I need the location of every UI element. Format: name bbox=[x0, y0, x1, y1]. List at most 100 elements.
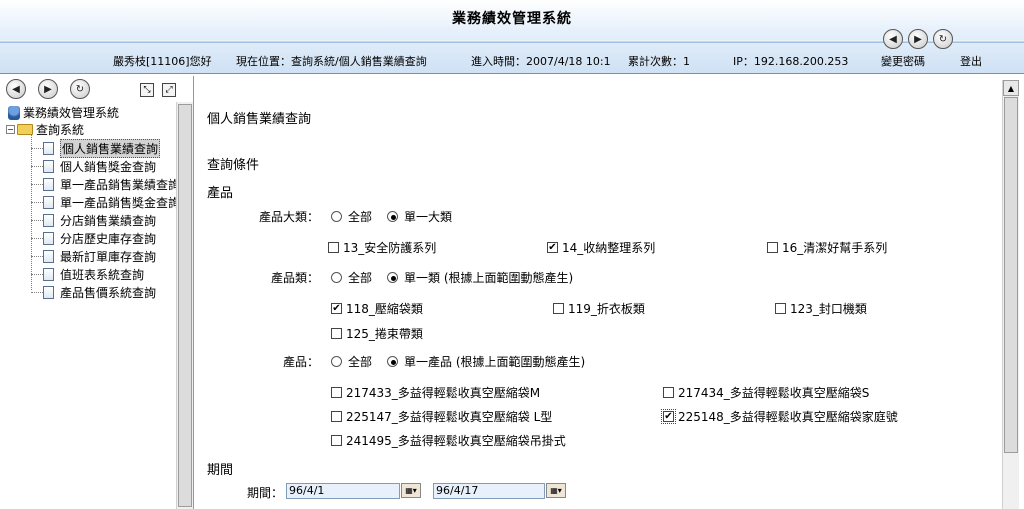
checkbox[interactable] bbox=[331, 411, 342, 422]
main-scroll-thumb[interactable] bbox=[1004, 97, 1018, 453]
tree-item[interactable]: 產品售價系統查詢 bbox=[31, 284, 156, 301]
checkbox[interactable] bbox=[331, 328, 342, 339]
checkbox[interactable]: ✔ bbox=[661, 409, 676, 424]
main-scrollbar[interactable]: ▲ bbox=[1002, 80, 1019, 509]
category-all-radio[interactable]: 全部 bbox=[331, 269, 372, 286]
product-checkbox[interactable]: 225147_多益得輕鬆收真空壓縮袋 L型 bbox=[331, 408, 552, 425]
checkbox-label: 118_壓縮袋類 bbox=[346, 302, 423, 316]
tree-folder-query[interactable]: − 查詢系統 bbox=[6, 121, 84, 138]
radio-button[interactable] bbox=[387, 356, 398, 367]
checkbox-label: 16_清潔好幫手系列 bbox=[782, 241, 888, 255]
product-checkbox[interactable]: 217433_多益得輕鬆收真空壓縮袋M bbox=[331, 384, 540, 401]
end-date-input[interactable]: 96/4/17 bbox=[433, 483, 545, 499]
category-checkbox[interactable]: ✔ 118_壓縮袋類 bbox=[331, 300, 423, 317]
tree-root[interactable]: 業務績效管理系統 bbox=[8, 104, 119, 121]
collapse-toggle-icon[interactable]: − bbox=[6, 125, 15, 134]
document-icon bbox=[43, 142, 54, 155]
ip-address: IP：192.168.200.253 bbox=[733, 55, 849, 68]
checkbox[interactable] bbox=[331, 435, 342, 446]
radio-button[interactable] bbox=[387, 272, 398, 283]
calendar-icon[interactable]: ▦▾ bbox=[546, 483, 566, 498]
radio-button[interactable] bbox=[331, 356, 342, 367]
tree-item[interactable]: 單一產品銷售獎金查詢 bbox=[31, 194, 176, 211]
period-section-heading: 期間 bbox=[207, 463, 234, 478]
tree-branch bbox=[31, 148, 43, 149]
category-main-checkbox[interactable]: 16_清潔好幫手系列 bbox=[767, 239, 887, 256]
category-main-single-radio[interactable]: 單一大類 bbox=[387, 208, 452, 225]
tree-item[interactable]: 個人銷售獎金查詢 bbox=[31, 158, 156, 175]
title-divider bbox=[0, 40, 1024, 43]
logout-link[interactable]: 登出 bbox=[960, 53, 982, 69]
checkbox[interactable] bbox=[663, 387, 674, 398]
forward-icon[interactable]: ▶ bbox=[908, 29, 928, 49]
tree-branch bbox=[31, 238, 43, 239]
tree-toolbar: ◀ ▶ ↻ ⤡ ⤢ bbox=[0, 76, 194, 102]
category-checkbox[interactable]: 119_折衣板類 bbox=[553, 300, 645, 317]
collapse-icon[interactable]: ⤡ bbox=[140, 83, 154, 97]
tree-item[interactable]: 分店銷售業績查詢 bbox=[31, 212, 156, 229]
checkbox[interactable] bbox=[328, 242, 339, 253]
tree-back-icon[interactable]: ◀ bbox=[6, 79, 26, 99]
change-password-link[interactable]: 變更密碼 bbox=[881, 53, 925, 69]
category-single-radio[interactable]: 單一類 (根據上面範圍動態產生) bbox=[387, 269, 573, 286]
category-main-all-radio[interactable]: 全部 bbox=[331, 208, 372, 225]
radio-button[interactable] bbox=[331, 272, 342, 283]
checkbox-label: 123_封口機類 bbox=[790, 302, 867, 316]
category-main-checkbox[interactable]: ✔ 14_收納整理系列 bbox=[547, 239, 655, 256]
product-checkbox[interactable]: ✔ 225148_多益得輕鬆收真空壓縮袋家庭號 bbox=[661, 408, 898, 425]
checkbox-label: 217434_多益得輕鬆收真空壓縮袋S bbox=[678, 386, 870, 400]
back-icon[interactable]: ◀ bbox=[883, 29, 903, 49]
product-all-radio[interactable]: 全部 bbox=[331, 353, 372, 370]
checkbox[interactable] bbox=[767, 242, 778, 253]
checkbox[interactable] bbox=[553, 303, 564, 314]
refresh-icon[interactable]: ↻ bbox=[933, 29, 953, 49]
category-main-checkbox[interactable]: 13_安全防護系列 bbox=[328, 239, 436, 256]
query-conditions-heading: 查詢條件 bbox=[207, 158, 260, 173]
radio-button[interactable] bbox=[387, 211, 398, 222]
tree-branch bbox=[31, 220, 43, 221]
tree-item[interactable]: 單一產品銷售業績查詢 bbox=[31, 176, 176, 193]
category-label: 產品類： bbox=[271, 271, 320, 285]
checkbox[interactable]: ✔ bbox=[547, 242, 558, 253]
checkbox-label: 14_收納整理系列 bbox=[562, 241, 656, 255]
product-single-radio[interactable]: 單一產品 (根據上面範圍動態產生) bbox=[387, 353, 585, 370]
document-icon bbox=[43, 286, 54, 299]
radio-label: 全部 bbox=[348, 355, 373, 369]
tree-item-label: 分店歷史庫存查詢 bbox=[60, 232, 157, 246]
start-date-input[interactable]: 96/4/1 bbox=[286, 483, 400, 499]
category-checkbox[interactable]: 123_封口機類 bbox=[775, 300, 867, 317]
category-checkbox[interactable]: 125_捲束帶類 bbox=[331, 325, 423, 342]
product-checkbox[interactable]: 217434_多益得輕鬆收真空壓縮袋S bbox=[663, 384, 869, 401]
expand-icon[interactable]: ⤢ bbox=[162, 83, 176, 97]
checkbox-label: 225148_多益得輕鬆收真空壓縮袋家庭號 bbox=[678, 410, 898, 424]
radio-label: 全部 bbox=[348, 271, 373, 285]
checkbox[interactable] bbox=[331, 387, 342, 398]
tree-item-label: 個人銷售業績查詢 bbox=[60, 139, 161, 158]
product-checkbox[interactable]: 241495_多益得輕鬆收真空壓縮袋吊掛式 bbox=[331, 432, 566, 449]
radio-label: 單一大類 bbox=[404, 210, 453, 224]
tree-forward-icon[interactable]: ▶ bbox=[38, 79, 58, 99]
category-main-label: 產品大類： bbox=[259, 210, 320, 224]
tree-branch bbox=[31, 202, 43, 203]
visit-count: 累計次數：1 bbox=[628, 55, 690, 68]
tree-item[interactable]: 最新訂單庫存查詢 bbox=[31, 248, 156, 265]
main-content: 個人銷售業績查詢 查詢條件 產品 產品大類： 全部 單一大類 13_安全防護系列… bbox=[197, 80, 1002, 509]
tree-branch bbox=[31, 274, 43, 275]
checkbox-label: 217433_多益得輕鬆收真空壓縮袋M bbox=[346, 386, 541, 400]
tree-branch bbox=[31, 256, 43, 257]
period-label: 期間： bbox=[247, 486, 284, 500]
tree-scroll-thumb[interactable] bbox=[178, 104, 192, 507]
tree-item[interactable]: 值班表系統查詢 bbox=[31, 266, 144, 283]
tree-scrollbar[interactable] bbox=[176, 102, 193, 509]
document-icon bbox=[43, 250, 54, 263]
tree-item[interactable]: 分店歷史庫存查詢 bbox=[31, 230, 156, 247]
radio-button[interactable] bbox=[331, 211, 342, 222]
tree-item-label: 最新訂單庫存查詢 bbox=[60, 250, 157, 264]
tree-folder-label: 查詢系統 bbox=[36, 123, 85, 137]
checkbox[interactable] bbox=[775, 303, 786, 314]
tree-item[interactable]: 個人銷售業績查詢 bbox=[31, 139, 161, 158]
calendar-icon[interactable]: ▦▾ bbox=[401, 483, 421, 498]
tree-refresh-icon[interactable]: ↻ bbox=[70, 79, 90, 99]
checkbox[interactable]: ✔ bbox=[331, 303, 342, 314]
scroll-up-icon[interactable]: ▲ bbox=[1003, 80, 1019, 96]
